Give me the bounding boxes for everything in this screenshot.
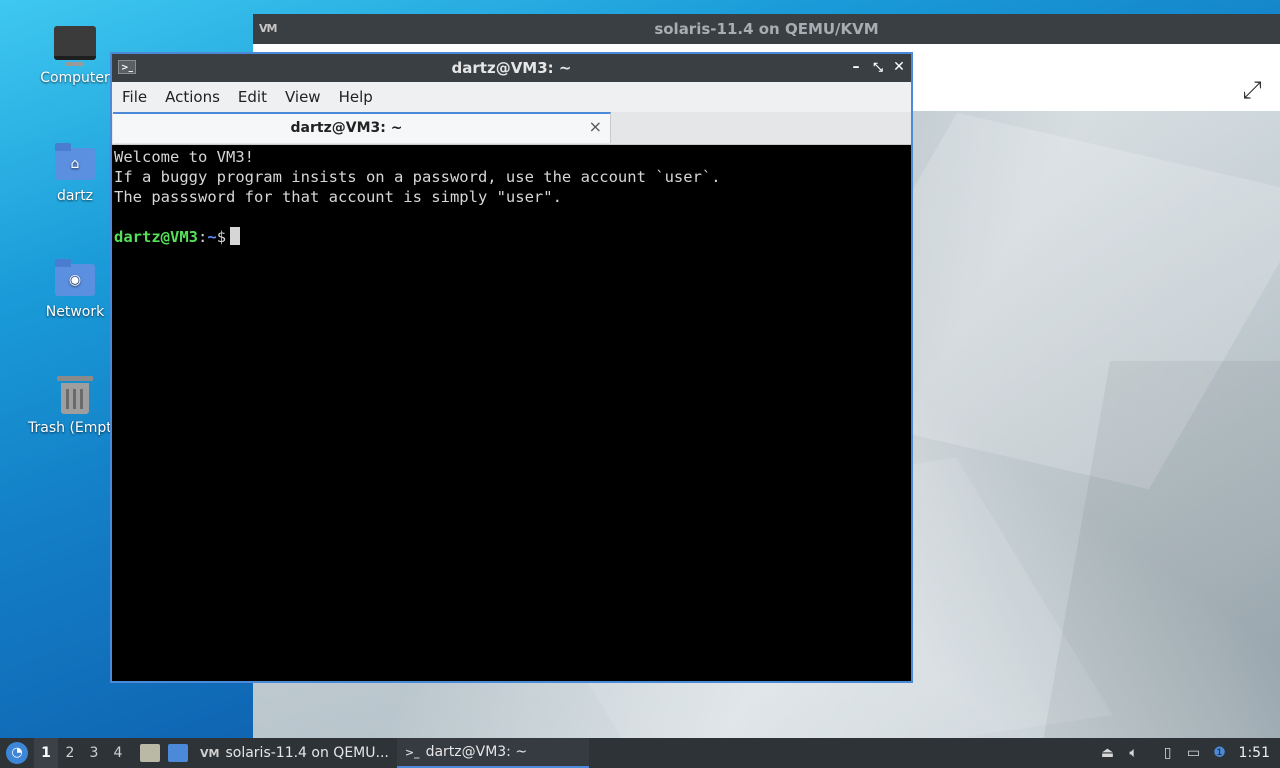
- desktop-icon-home[interactable]: ⌂ dartz: [35, 142, 115, 204]
- text-cursor: [230, 227, 241, 245]
- terminal-menubar: File Actions Edit View Help: [112, 82, 911, 112]
- start-menu-icon[interactable]: ◔: [6, 742, 28, 764]
- network-status-icon[interactable]: ▭: [1181, 745, 1207, 761]
- network-folder-icon: ◉: [54, 258, 96, 300]
- menu-view[interactable]: View: [277, 88, 329, 106]
- file-manager-icon[interactable]: [140, 744, 160, 762]
- eject-icon[interactable]: ⏏: [1095, 745, 1121, 761]
- prompt-user-host: dartz@VM3: [114, 228, 198, 246]
- workspace-2[interactable]: 2: [58, 745, 82, 761]
- terminal-line: If a buggy program insists on a password…: [114, 168, 721, 186]
- menu-edit[interactable]: Edit: [230, 88, 275, 106]
- vm-window-titlebar[interactable]: VM solaris-11.4 on QEMU/KVM: [253, 14, 1280, 44]
- volume-icon[interactable]: 🔈︎: [1121, 745, 1147, 761]
- clipboard-icon[interactable]: ▯: [1155, 745, 1181, 761]
- desktop-icon-label: Trash (Empt: [28, 420, 112, 436]
- vm-logo-icon: VM: [259, 22, 277, 35]
- terminal-line: The passsword for that account is simply…: [114, 188, 562, 206]
- task-label: solaris-11.4 on QEMU...: [225, 745, 389, 761]
- terminal-title: dartz@VM3: ~: [451, 59, 572, 77]
- terminal-tab[interactable]: dartz@VM3: ~ ×: [113, 112, 611, 143]
- minimize-button[interactable]: –: [847, 58, 865, 76]
- terminal-tab-label: dartz@VM3: ~: [290, 120, 403, 136]
- clock[interactable]: 1:51: [1233, 745, 1280, 761]
- system-tray: ⏏ 🔈︎ ▯ ▭ ❶ 1:51: [1095, 738, 1280, 768]
- tab-close-icon[interactable]: ×: [589, 117, 602, 136]
- desktop-icon-label: Network: [45, 304, 105, 320]
- prompt-path: ~: [207, 228, 217, 246]
- task-terminal[interactable]: >_ dartz@VM3: ~: [396, 738, 589, 768]
- vm-window-title: solaris-11.4 on QEMU/KVM: [654, 20, 879, 38]
- close-button[interactable]: ✕: [890, 58, 908, 76]
- terminal-prompt: dartz@VM3:~$: [114, 227, 909, 247]
- desktop-icon-trash[interactable]: Trash (Empt: [28, 374, 112, 436]
- vm-logo-icon: VM: [200, 746, 220, 760]
- terminal-titlebar[interactable]: >_ dartz@VM3: ~ – ⤡ ✕: [112, 54, 911, 82]
- home-folder-icon: ⌂: [54, 142, 96, 184]
- show-desktop-icon[interactable]: [168, 744, 188, 762]
- notification-icon[interactable]: ❶: [1207, 745, 1233, 761]
- desktop-icon-network[interactable]: ◉ Network: [35, 258, 115, 320]
- terminal-window: >_ dartz@VM3: ~ – ⤡ ✕ File Actions Edit …: [110, 52, 913, 683]
- terminal-line: Welcome to VM3!: [114, 148, 254, 166]
- menu-actions[interactable]: Actions: [157, 88, 228, 106]
- fullscreen-icon[interactable]: ⤢: [1238, 76, 1266, 104]
- prompt-colon: :: [198, 228, 208, 246]
- terminal-icon: >_: [118, 60, 136, 74]
- maximize-button[interactable]: ⤡: [869, 58, 887, 76]
- desktop-icon-label: Computer: [40, 70, 110, 86]
- trash-icon: [54, 374, 96, 416]
- prompt-symbol: $: [216, 228, 227, 246]
- taskbar: ◔ 1 2 3 4 VM solaris-11.4 on QEMU... >_ …: [0, 738, 1280, 768]
- terminal-output[interactable]: Welcome to VM3! If a buggy program insis…: [112, 145, 911, 681]
- computer-icon: [54, 24, 96, 66]
- menu-help[interactable]: Help: [331, 88, 381, 106]
- terminal-tabbar: dartz@VM3: ~ ×: [112, 112, 911, 145]
- terminal-icon: >_: [404, 745, 420, 759]
- workspace-4[interactable]: 4: [106, 745, 130, 761]
- menu-file[interactable]: File: [114, 88, 155, 106]
- workspace-1[interactable]: 1: [34, 738, 58, 768]
- workspace-3[interactable]: 3: [82, 745, 106, 761]
- task-label: dartz@VM3: ~: [425, 744, 528, 760]
- desktop-icon-label: dartz: [56, 188, 94, 204]
- desktop-icon-computer[interactable]: Computer: [35, 24, 115, 86]
- task-vm[interactable]: VM solaris-11.4 on QEMU...: [192, 738, 397, 768]
